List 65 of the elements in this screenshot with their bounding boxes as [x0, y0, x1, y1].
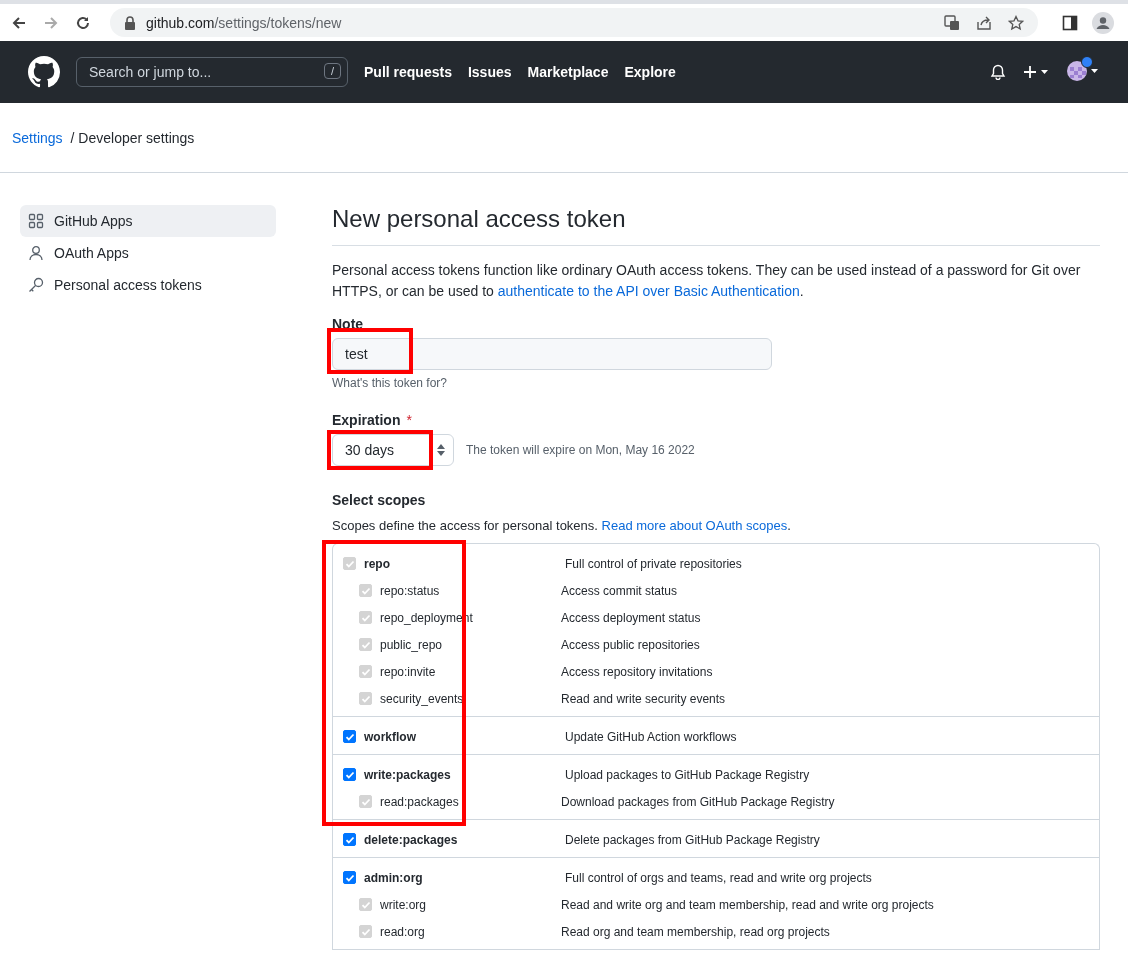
scope-description: Download packages from GitHub Package Registry: [561, 794, 835, 809]
scope-description: Delete packages from GitHub Package Registry: [564, 832, 820, 847]
scope-name: read:packages: [380, 794, 459, 809]
star-icon[interactable]: [1008, 14, 1024, 31]
address-bar[interactable]: github.com/settings/tokens/new: [110, 8, 1038, 37]
scope-name: admin:org: [364, 870, 423, 885]
scope-name: repo:status: [380, 583, 440, 598]
page-title: New personal access token: [332, 205, 1100, 246]
checkbox[interactable]: [343, 871, 356, 884]
grid-icon: [28, 213, 44, 229]
note-hint: What's this token for?: [332, 376, 448, 390]
scope-description: Full control of private repositories: [564, 556, 742, 571]
octocat-logo-icon[interactable]: [28, 56, 60, 88]
key-icon: [28, 277, 44, 293]
scope-name: security_events: [380, 691, 464, 706]
nav-link[interactable]: Pull requests: [364, 64, 452, 80]
person-icon: [28, 245, 44, 261]
expiration-select[interactable]: 30 days: [332, 434, 454, 466]
scope-description: Read and write security events: [561, 691, 726, 706]
scope-description: Read org and team membership, read org projects: [561, 924, 830, 939]
scopes-intro-text: Scopes define the access for personal tokens. Read more about OAuth scopes.: [332, 518, 792, 533]
nav-link[interactable]: Issues: [467, 64, 512, 80]
sort-arrows-icon: [437, 444, 445, 456]
scope-name: repo:invite: [380, 664, 436, 679]
expiration-label: Expiration: [332, 412, 401, 428]
scope-description: Upload packages to GitHub Package Registry: [564, 767, 810, 782]
translate-icon[interactable]: [944, 14, 960, 31]
expiration-info: The token will expire on Mon, May 16 2022: [466, 443, 695, 457]
scope-name: write:org: [380, 897, 426, 912]
note-input[interactable]: test: [332, 338, 772, 370]
scope-name: write:packages: [364, 767, 451, 782]
scope-name: read:org: [380, 924, 425, 939]
intro-text: Personal access tokens function like ordinary OAuth access tokens. They can be used instead of a password for Git over HTTPS, or can be used to authenticate to the API over Basic Authentication.: [332, 261, 1082, 301]
url-text: github.com/settings/tokens/new: [146, 14, 343, 31]
scope-description: Access repository invitations: [561, 664, 713, 679]
scope-description: Full control of orgs and teams, read and write org projects: [564, 870, 872, 885]
sidebar-item[interactable]: Personal access tokens: [20, 269, 276, 301]
bell-icon[interactable]: [990, 64, 1006, 80]
scope-description: Read and write org and team membership, read and write org projects: [561, 897, 934, 912]
scope-description: Update GitHub Action workflows: [564, 729, 737, 744]
nav-link[interactable]: Explore: [624, 64, 676, 80]
checkbox[interactable]: [343, 833, 356, 846]
nav-link[interactable]: Marketplace: [527, 64, 609, 80]
share-icon[interactable]: [976, 14, 992, 31]
scope-description: Access deployment status: [561, 610, 701, 625]
breadcrumb-current: / Developer settings: [70, 129, 195, 146]
sidebar-item[interactable]: OAuth Apps: [20, 237, 276, 269]
checkbox[interactable]: [343, 768, 356, 781]
breadcrumb-link[interactable]: Settings: [12, 129, 63, 146]
scope-name: repo: [364, 556, 390, 571]
scopes-title: Select scopes: [332, 492, 426, 508]
lock-icon: [124, 15, 136, 30]
sidebar-item[interactable]: GitHub Apps: [20, 205, 276, 237]
profile-icon[interactable]: [1092, 11, 1114, 34]
scope-name: delete:packages: [364, 832, 458, 847]
plus-dropdown-icon[interactable]: [1022, 64, 1050, 80]
scope-description: Access commit status: [561, 583, 678, 598]
required-mark: *: [406, 412, 412, 430]
scope-name: public_repo: [380, 637, 443, 652]
shortcut-key: /: [323, 63, 341, 79]
api-auth-link[interactable]: authenticate to the API over Basic Authentication: [497, 283, 800, 299]
side-panel-icon[interactable]: [1062, 14, 1078, 31]
checkbox[interactable]: [343, 730, 356, 743]
scope-name: workflow: [364, 729, 416, 744]
scope-description: Access public repositories: [561, 637, 700, 652]
